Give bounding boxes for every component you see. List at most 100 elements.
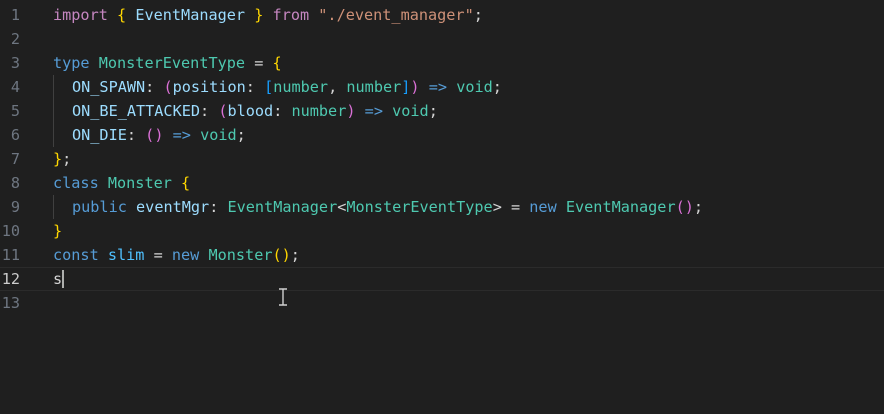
code-token: :: [126, 126, 146, 144]
code-token: void: [392, 102, 429, 120]
code-token: blood: [227, 102, 274, 120]
code-token: ;: [62, 150, 72, 168]
code-line[interactable]: 1 import { EventManager } from "./event_m…: [0, 3, 884, 27]
code-token: number: [273, 78, 329, 96]
code-token: {: [181, 174, 191, 192]
code-token: :: [145, 78, 164, 96]
code-line[interactable]: 2: [0, 27, 884, 51]
code-token: ;: [473, 6, 483, 24]
code-token: s: [53, 270, 63, 288]
line-number: 11: [1, 246, 20, 264]
text-cursor-ibeam-icon: [279, 288, 287, 306]
line-number: 2: [10, 30, 20, 48]
code-token: const: [53, 246, 99, 264]
code-text[interactable]: import { EventManager } from "./event_ma…: [53, 3, 483, 27]
code-token: (: [163, 78, 173, 96]
code-token: number: [291, 102, 347, 120]
code-token: number: [346, 78, 402, 96]
indent-guide: [53, 123, 54, 147]
code-token: "./event_manager": [318, 6, 474, 24]
code-token: :: [200, 102, 219, 120]
code-token: ,: [328, 78, 347, 96]
code-token: >: [492, 198, 502, 216]
code-text[interactable]: const slim = new Monster();: [53, 243, 300, 267]
code-token: eventMgr: [136, 198, 210, 216]
code-token: ;: [236, 126, 246, 144]
code-token: void: [200, 126, 237, 144]
code-token: =: [245, 54, 273, 72]
code-line[interactable]: 3 type MonsterEventType = {: [0, 51, 884, 75]
code-line[interactable]: 11 const slim = new Monster();: [0, 243, 884, 267]
code-line[interactable]: 5 ON_BE_ATTACKED: (blood: number) => void…: [0, 99, 884, 123]
code-editor[interactable]: 1 import { EventManager } from "./event_m…: [0, 0, 884, 414]
code-text[interactable]: public eventMgr: EventManager<MonsterEve…: [72, 195, 703, 219]
code-token: =: [501, 198, 530, 216]
code-text[interactable]: type MonsterEventType = {: [53, 51, 282, 75]
code-token: =>: [428, 78, 448, 96]
code-token: from: [272, 6, 310, 24]
code-line[interactable]: 13: [0, 291, 884, 315]
code-token: new: [529, 198, 557, 216]
line-number: 7: [10, 150, 20, 168]
code-token: }: [53, 222, 63, 240]
code-line[interactable]: 8 class Monster {: [0, 171, 884, 195]
code-token: {: [117, 6, 127, 24]
code-token: =: [144, 246, 172, 264]
line-number: 6: [10, 126, 20, 144]
code-token: ;: [290, 246, 300, 264]
code-text[interactable]: class Monster {: [53, 171, 190, 195]
code-line[interactable]: 10}: [0, 219, 884, 243]
indent-guide: [53, 99, 54, 123]
code-token: public: [72, 198, 127, 216]
code-token: EventManager: [227, 198, 338, 216]
line-number: 1: [10, 6, 20, 24]
code-text[interactable]: };: [53, 147, 71, 171]
code-token: (): [272, 246, 291, 264]
code-token: ;: [693, 198, 704, 216]
code-token: ;: [492, 78, 502, 96]
code-token: EventManager: [565, 198, 676, 216]
code-line[interactable]: 7};: [0, 147, 884, 171]
code-text[interactable]: }: [53, 219, 62, 243]
code-token: new: [171, 246, 200, 264]
line-number: 9: [10, 198, 20, 216]
code-token: :: [273, 102, 292, 120]
code-token: ON_BE_ATTACKED: [72, 102, 201, 120]
line-number: 4: [10, 78, 20, 96]
indent-guide: [53, 75, 54, 99]
code-token: <: [337, 198, 347, 216]
line-number: 12: [1, 270, 20, 288]
code-line[interactable]: 12 s: [0, 267, 884, 291]
code-token: MonsterEventType: [98, 54, 246, 72]
code-token: :: [209, 198, 228, 216]
code-text[interactable]: ON_SPAWN: (position: [number, number]) =…: [72, 75, 502, 99]
line-number: 8: [10, 174, 20, 192]
code-token: (): [145, 126, 164, 144]
code-line[interactable]: 4 ON_SPAWN: (position: [number, number]) …: [0, 75, 884, 99]
code-token: =>: [172, 126, 191, 144]
line-number: 5: [10, 102, 20, 120]
code-token: slim: [107, 246, 145, 264]
code-text[interactable]: ON_DIE: () => void;: [72, 123, 246, 147]
code-token: ): [410, 78, 420, 96]
code-token: ;: [428, 102, 438, 120]
code-token: ON_SPAWN: [72, 78, 146, 96]
code-text[interactable]: s: [53, 267, 62, 291]
code-token: }: [53, 150, 63, 168]
code-line[interactable]: 6 ON_DIE: () => void;: [0, 123, 884, 147]
code-line[interactable]: 9 public eventMgr: EventManager<MonsterEv…: [0, 195, 884, 219]
code-text[interactable]: ON_BE_ATTACKED: (blood: number) => void;: [72, 99, 438, 123]
text-caret: [62, 270, 64, 288]
